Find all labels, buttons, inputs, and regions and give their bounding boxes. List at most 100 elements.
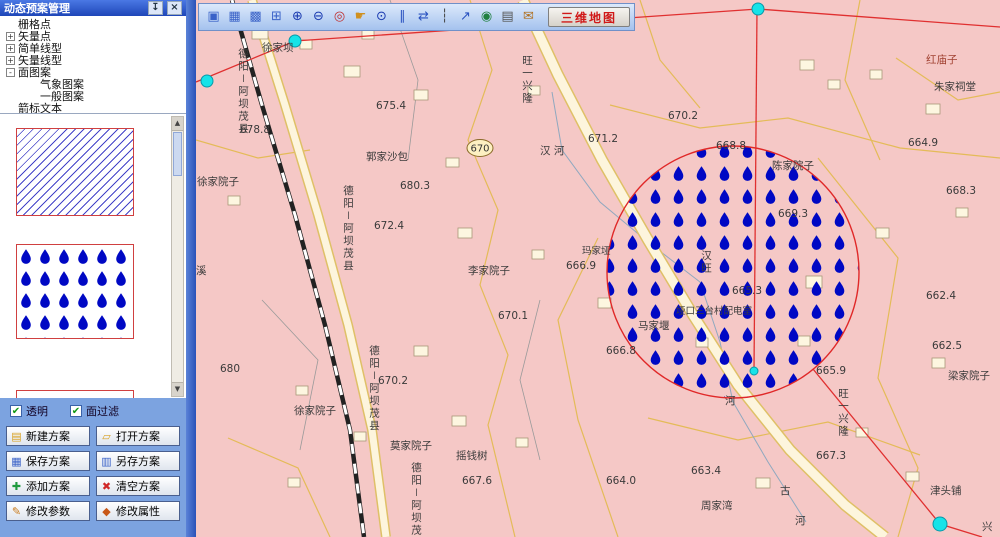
vertex-handle[interactable] [750,367,758,375]
save-as-plan-button[interactable]: ▥另存方案 [96,451,180,471]
building [362,30,374,39]
preview-scrollbar[interactable]: ▲ ▼ [171,116,184,397]
zoom-out-icon[interactable]: ⊖ [308,7,329,27]
scroll-down-icon[interactable]: ▼ [172,382,183,396]
building [296,386,308,395]
pin-icon[interactable]: ↧ [148,1,163,15]
scroll-thumb[interactable] [173,132,182,176]
close-icon[interactable]: × [167,1,182,15]
snapshot-icon[interactable]: ◉ [476,7,497,27]
building [828,80,840,89]
scroll-up-icon[interactable]: ▲ [172,117,183,131]
droplet-pattern-swatch [17,245,133,338]
map-toolbar-icons: ▣▦▩⊞⊕⊖◎☛⊙∥⇄┆↗◉▤✉ [203,7,539,27]
vertex-handle[interactable] [201,75,213,87]
map-label: 669.3 [778,208,808,220]
building [870,70,882,79]
panel-controls: ✔透明✔面过滤 ▤新建方案▱打开方案▦保存方案▥另存方案✚添加方案✖清空方案✎修… [0,398,186,537]
grid-icon[interactable]: ⊞ [266,7,287,27]
map-label: 680.3 [400,180,430,192]
pause-icon[interactable]: ∥ [392,7,413,27]
map-label: 675.4 [376,100,406,112]
map-label: 671.2 [588,133,618,145]
zoom-reset-icon[interactable]: ◎ [329,7,350,27]
panel-splitter[interactable] [186,0,196,537]
export-icon[interactable]: ↗ [455,7,476,27]
map-label: 梁家院子 [948,369,990,382]
map-label: 670.2 [378,375,408,387]
map-label: 徐家院子 [294,404,336,417]
mail-icon[interactable]: ✉ [518,7,539,27]
modify-params-icon: ✎ [10,505,23,518]
map-label: 662.5 [932,340,962,352]
building [932,358,945,368]
map-label: 马家堰 [638,319,670,332]
hatch-pattern-preview[interactable] [16,128,134,216]
building [354,432,366,441]
map-label: 664.0 [606,475,636,487]
new-plan-button[interactable]: ▤新建方案 [6,426,90,446]
expand-icon[interactable]: + [6,44,15,53]
button-label: 修改参数 [26,503,70,519]
map-label: 津头铺 [930,484,962,497]
map-label: 汉旺 [700,250,712,275]
building [414,346,428,356]
map-label: 665.9 [816,365,846,377]
map-label: 徐家坝 [262,41,294,54]
tree-item-4[interactable]: -面图案 [0,66,186,78]
map-label: 郭家沙包 [366,150,408,163]
map-label: 徐家院子 [197,175,239,188]
droplet-pattern-zone[interactable] [607,146,859,398]
save-plan-icon: ▦ [10,455,23,468]
transparent-checkbox[interactable]: ✔透明 [10,403,48,419]
zoom-in-icon[interactable]: ⊕ [287,7,308,27]
collapse-icon[interactable]: - [6,68,15,77]
open-plan-button[interactable]: ▱打开方案 [96,426,180,446]
modify-attrs-button[interactable]: ◆修改属性 [96,501,180,521]
map-label: 河 [725,395,736,407]
measure-icon[interactable]: ┆ [434,7,455,27]
map-layers-icon[interactable]: ▩ [245,7,266,27]
vertex-handle[interactable] [933,517,947,531]
map-label: 陈家院子 [772,159,814,172]
building [516,438,528,447]
map-label: 663.4 [691,465,721,477]
zoom-window-icon[interactable]: ⊙ [371,7,392,27]
road-number-label: 670 [470,144,489,155]
panel-titlebar: 动态预案管理 ↧ × [0,0,186,16]
map-canvas[interactable]: 670徐家坝红庙子朱家祠堂678.8675.4671.2670.2664.9郭家… [196,0,1000,537]
map-label: 668.8 [716,140,746,152]
map-toolbar: ▣▦▩⊞⊕⊖◎☛⊙∥⇄┆↗◉▤✉ 三维地图 [198,3,635,31]
map-label: 李家院子 [468,264,510,277]
save-view-icon[interactable]: ▣ [203,7,224,27]
vertex-handle[interactable] [752,3,764,15]
modify-params-button[interactable]: ✎修改参数 [6,501,90,521]
map-label: 664.9 [908,137,938,149]
save-plan-button[interactable]: ▦保存方案 [6,451,90,471]
button-label: 修改属性 [116,503,160,519]
map-window-icon[interactable]: ▦ [224,7,245,27]
face-filter-checkbox[interactable]: ✔面过滤 [70,403,119,419]
map-label: 德阳－阿坝茂县 [342,184,354,272]
map-label: 莫家院子 [390,439,432,452]
map-3d-button[interactable]: 三维地图 [548,7,630,27]
add-plan-button[interactable]: ✚添加方案 [6,476,90,496]
droplet-pattern-preview[interactable] [16,244,134,339]
building [458,228,472,238]
new-plan-icon: ▤ [10,430,23,443]
pan-hand-icon[interactable]: ☛ [350,7,371,27]
map-label: 朱家祠堂 [934,80,976,93]
map-background[interactable] [196,0,1000,537]
refresh-icon[interactable]: ⇄ [413,7,434,27]
building [926,104,940,114]
clear-plan-button[interactable]: ✖清空方案 [96,476,180,496]
print-icon[interactable]: ▤ [497,7,518,27]
map-label: 汉 河 [540,145,565,157]
expand-icon[interactable]: + [6,32,15,41]
button-label: 保存方案 [26,453,70,469]
building [414,90,428,100]
map-label: 665.3 [732,285,762,297]
expand-icon[interactable]: + [6,56,15,65]
building [452,416,466,426]
building [756,478,770,488]
